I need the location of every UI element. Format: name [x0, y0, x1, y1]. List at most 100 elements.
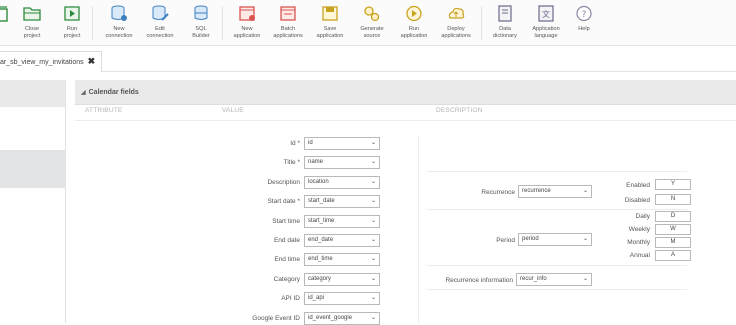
- field-label: Id *: [290, 140, 300, 147]
- period-annual-input[interactable]: A: [655, 250, 691, 261]
- recurrence-info-select[interactable]: recur_info ⌄: [516, 273, 592, 286]
- toolbar-divider: [92, 6, 93, 40]
- close-project-label: Close project: [17, 26, 47, 39]
- svg-text:文: 文: [542, 9, 550, 19]
- field-label: Start time: [272, 217, 300, 225]
- left-panel-header: [0, 80, 65, 107]
- new-application-label: New application: [228, 26, 266, 39]
- field-select[interactable]: name ⌄: [304, 156, 380, 170]
- column-header-attribute: ATTRIBUTE: [85, 107, 123, 114]
- period-monthly-label: Monthly: [627, 239, 650, 246]
- field-select[interactable]: end_time ⌄: [304, 253, 380, 267]
- chevron-down-icon: ⌄: [370, 237, 376, 243]
- generate-source-text: Generate source: [360, 26, 384, 39]
- sql-builder-label: SQL Builder: [183, 26, 219, 39]
- toolbar-divider: [222, 6, 223, 40]
- svg-text:?: ?: [582, 10, 587, 20]
- generate-source-button[interactable]: Generate source: [353, 0, 391, 46]
- left-panel: [0, 80, 66, 323]
- save-application-button[interactable]: Save application: [311, 0, 349, 46]
- left-panel-selected-item[interactable]: [0, 150, 66, 188]
- toolbar-divider: [481, 6, 482, 40]
- field-label: Title *: [283, 159, 300, 167]
- collapse-icon[interactable]: ◢: [81, 90, 86, 96]
- tab-bar: ar_sb_view_my_invitations ✖: [0, 46, 736, 72]
- main-toolbar: t Close project Run project New connecti…: [0, 0, 736, 46]
- tab-label: ar_sb_view_my_invitations: [0, 59, 84, 66]
- new-connection-icon: [111, 5, 127, 21]
- field-select-value: end_date: [308, 237, 334, 243]
- run-application-button[interactable]: Run application: [395, 0, 433, 46]
- field-select[interactable]: id ⌄: [304, 137, 380, 150]
- period-annual-label: Annual: [629, 252, 650, 259]
- field-select[interactable]: id_api ⌄: [304, 292, 380, 306]
- generate-source-label: Generate source: [353, 26, 391, 39]
- recurrence-enabled-label: Enabled: [626, 182, 650, 189]
- section-header[interactable]: ◢ Calendar fields: [75, 80, 736, 105]
- divider: [427, 289, 687, 290]
- field-select[interactable]: start_time ⌄: [304, 214, 380, 228]
- period-daily-input[interactable]: D: [655, 211, 691, 222]
- run-application-icon: [406, 5, 422, 22]
- new-application-icon: [239, 6, 255, 21]
- save-application-label: Save application: [311, 26, 349, 39]
- period-weekly-input[interactable]: W: [655, 224, 691, 235]
- project-button[interactable]: t: [0, 0, 12, 46]
- field-label: End time: [274, 256, 300, 264]
- chevron-down-icon: ⌄: [370, 275, 376, 282]
- field-select-value: id_event_google: [308, 314, 353, 321]
- period-monthly-input[interactable]: M: [655, 237, 691, 248]
- close-project-icon: [23, 7, 41, 21]
- help-button[interactable]: ? Help: [570, 0, 598, 46]
- chevron-down-icon: ⌄: [370, 295, 376, 302]
- chevron-down-icon: ⌄: [370, 140, 376, 146]
- field-select-value: end_time: [308, 256, 333, 263]
- divider: [427, 209, 687, 210]
- application-language-button[interactable]: 文 Application language: [526, 0, 566, 46]
- recurrence-enabled-input[interactable]: Y: [655, 179, 691, 190]
- data-dictionary-text: Data dictionary: [493, 26, 517, 39]
- edit-connection-button[interactable]: Edit connection: [142, 0, 178, 46]
- help-icon: ?: [576, 5, 592, 22]
- deploy-applications-button[interactable]: Deploy applications: [436, 0, 476, 46]
- run-project-label: Run project: [57, 26, 87, 39]
- generate-source-icon: [364, 6, 380, 22]
- field-select[interactable]: start_date ⌄: [304, 195, 380, 209]
- field-select[interactable]: category ⌄: [304, 272, 380, 286]
- tab-invitations[interactable]: ar_sb_view_my_invitations ✖: [0, 51, 103, 72]
- close-project-button[interactable]: Close project: [17, 0, 47, 46]
- batch-applications-label: Batch applications: [268, 26, 308, 39]
- edit-connection-label: Edit connection: [142, 26, 178, 39]
- data-dictionary-button[interactable]: Data dictionary: [487, 0, 523, 46]
- data-dictionary-label: Data dictionary: [487, 26, 523, 39]
- field-select-value: location: [308, 178, 329, 185]
- field-select-value: start_time: [308, 217, 335, 224]
- sql-builder-button[interactable]: SQL Builder: [183, 0, 219, 46]
- chevron-down-icon: ⌄: [370, 159, 376, 166]
- recurrence-disabled-input[interactable]: N: [655, 194, 691, 205]
- recurrence-select[interactable]: recurrence ⌄: [518, 185, 592, 198]
- period-weekly-label: Weekly: [628, 226, 650, 233]
- field-select-value: id: [308, 140, 313, 146]
- chevron-down-icon: ⌄: [582, 276, 588, 282]
- period-select[interactable]: period ⌄: [518, 233, 592, 246]
- field-select-value: category: [308, 275, 332, 282]
- close-tab-icon[interactable]: ✖: [88, 56, 96, 66]
- chevron-down-icon: ⌄: [582, 188, 588, 194]
- run-project-icon: [64, 6, 80, 21]
- field-select[interactable]: location ⌄: [304, 175, 380, 189]
- field-label: Description: [267, 178, 300, 186]
- new-application-button[interactable]: New application: [228, 0, 266, 46]
- batch-applications-button[interactable]: Batch applications: [268, 0, 308, 46]
- vertical-divider: [418, 135, 419, 323]
- new-connection-button[interactable]: New connection: [101, 0, 137, 46]
- application-language-text: Application language: [532, 26, 560, 39]
- column-header-description: DESCRIPTION: [436, 107, 483, 114]
- run-project-button[interactable]: Run project: [57, 0, 87, 46]
- field-select-value: start_date: [308, 198, 335, 205]
- new-connection-label: New connection: [101, 26, 137, 39]
- field-select[interactable]: end_date ⌄: [304, 234, 380, 247]
- save-application-icon: [322, 6, 338, 21]
- divider: [427, 171, 687, 172]
- chevron-down-icon: ⌄: [582, 236, 588, 242]
